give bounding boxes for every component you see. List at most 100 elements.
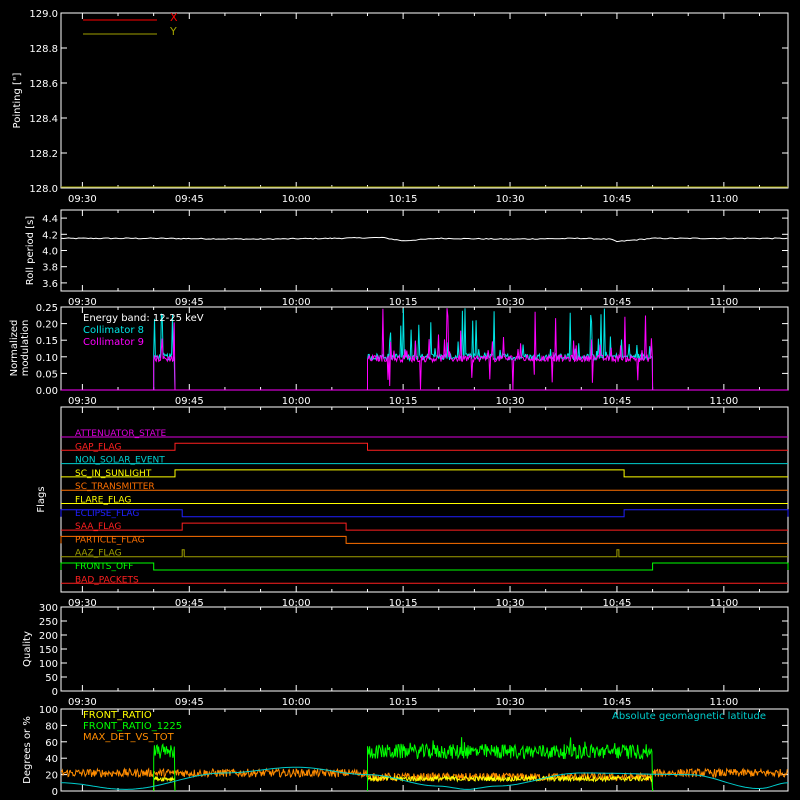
x-tick-label: 10:00 <box>282 697 311 708</box>
y-tick-label: 20 <box>45 771 58 782</box>
plot-frame <box>60 12 789 189</box>
x-tick-label: 09:45 <box>175 697 204 708</box>
x-tick-label: 09:30 <box>68 194 97 205</box>
y-tick-label: 60 <box>45 738 58 749</box>
x-tick-label: 10:00 <box>282 297 311 308</box>
legend-collimator-9: Collimator 9 <box>83 337 144 348</box>
flag-line <box>61 522 788 531</box>
y-tick-label: 0.00 <box>36 386 58 397</box>
x-tick-label: 09:45 <box>175 297 204 308</box>
collimator-8-line <box>153 313 176 391</box>
y-axis-label-line1: Normalized <box>9 320 20 377</box>
collimator-8-line <box>367 308 654 391</box>
roll-period-line <box>60 236 788 243</box>
x-tick-label: 11:00 <box>709 697 738 708</box>
legend-y-label: Y <box>169 25 177 38</box>
x-tick-label: 10:45 <box>603 194 632 205</box>
y-tick-label: 300 <box>39 603 58 614</box>
y-axis-label-line2: modulation <box>20 320 31 377</box>
y-axis-label: Pointing ["] <box>12 72 23 128</box>
flag-line <box>60 535 788 544</box>
legend-x-label: X <box>170 11 178 24</box>
flag-row: SC_TRANSMITTER <box>61 482 788 492</box>
y-tick-label: 200 <box>39 631 58 642</box>
flag-row: GAP_FLAG <box>61 442 788 452</box>
y-tick-label: 0 <box>52 787 58 798</box>
y-tick-label: 150 <box>39 645 58 656</box>
y-tick-label: 128.0 <box>29 184 58 195</box>
y-tick-label: 100 <box>39 659 58 670</box>
y-axis-label: Roll period [s] <box>25 216 36 285</box>
x-tick-label: 11:00 <box>709 297 738 308</box>
ratio-panel: 0 20 40 60 80 100 Degrees or % FRONT_RATIOFRONT… <box>22 705 789 798</box>
legend-front-ratio: FRONT_RATIO <box>83 710 152 721</box>
flag-row: ECLIPSE_FLAG <box>60 509 789 519</box>
y-tick-label: 4.2 <box>42 230 58 241</box>
legend-front-ratio-1225: FRONT_RATIO_1225 <box>83 721 182 732</box>
front-ratio-1225-line <box>367 737 654 792</box>
flag-line <box>60 562 789 571</box>
x-tick-label: 09:30 <box>68 396 97 407</box>
y-tick-label: 250 <box>39 617 58 628</box>
x-tick-label: 10:30 <box>496 396 525 407</box>
flag-line <box>61 442 788 451</box>
y-tick-label: 3.6 <box>42 279 58 290</box>
roll-period-panel: 3.6 3.8 4.0 4.2 4.4 09:30 09:45 10:00 10:15 10:30… <box>25 209 789 308</box>
legend-collimator-8: Collimator 8 <box>83 325 144 336</box>
legend-geomagnetic-latitude: Absolute geomagnetic latitude <box>612 711 766 722</box>
y-tick-label: 128.8 <box>29 44 58 55</box>
y-tick-label: 100 <box>39 705 58 716</box>
chart-figure: 128.0128.2128.4128.6128.8129.009:30 09:45… <box>9 9 789 798</box>
flag-row: BAD_PACKETS <box>61 575 788 585</box>
y-axis-label: Quality <box>22 631 33 667</box>
x-tick-label: 10:45 <box>603 297 632 308</box>
flag-row: SAA_FLAG <box>61 522 788 532</box>
x-tick-label: 10:30 <box>496 194 525 205</box>
x-tick-label: 10:30 <box>496 697 525 708</box>
y-tick-label: 0.25 <box>36 303 58 314</box>
y-tick-label: 3.8 <box>42 263 58 274</box>
y-tick-label: 80 <box>45 721 58 732</box>
quality-panel: 0 50 100 150 200 250 300 09:30 09:45 10:00 10:15 10… <box>22 603 789 708</box>
flag-row: FLARE_FLAG <box>61 496 788 506</box>
y-tick-label: 40 <box>45 754 58 765</box>
x-tick-label: 10:30 <box>496 297 525 308</box>
y-tick-label: 0 <box>52 687 58 698</box>
flags-panel: 09:30 09:45 10:00 10:15 10:30 10:45 11:00Flags… <box>36 406 789 609</box>
modulation-panel: 0.00 0.05 0.10 0.15 0.20 0.25 09:30 09:45 10:00 1… <box>9 303 789 407</box>
x-tick-label: 09:30 <box>68 297 97 308</box>
y-axis-label: Normalizedmodulation <box>9 320 31 377</box>
flag-row: AAZ_FLAG <box>61 549 788 559</box>
pointing-panel: 128.0 128.2 128.4 128.6 128.8 129.0 09:30 09:45… <box>12 9 789 205</box>
x-tick-label: 09:45 <box>175 194 204 205</box>
y-tick-label: 4.0 <box>42 247 58 258</box>
y-tick-label: 0.20 <box>36 320 58 331</box>
flag-line <box>61 549 788 558</box>
x-tick-label: 09:45 <box>175 396 204 407</box>
flag-row: FRONTS_OFF <box>60 562 789 572</box>
plot-frame <box>60 606 789 692</box>
x-tick-label: 10:15 <box>389 297 418 308</box>
plot-frame <box>60 406 789 593</box>
flag-row: ATTENUATOR_STATE <box>61 429 788 439</box>
x-tick-label: 10:00 <box>282 194 311 205</box>
flag-row: PARTICLE_FLAG <box>60 535 788 545</box>
x-tick-label: 11:00 <box>709 396 738 407</box>
energy-band-label: Energy band: 12-25 keV <box>83 313 204 324</box>
y-tick-label: 0.15 <box>36 336 58 347</box>
y-tick-label: 4.4 <box>42 214 58 225</box>
y-tick-label: 128.4 <box>29 114 58 125</box>
y-tick-label: 0.10 <box>36 353 58 364</box>
x-tick-label: 10:15 <box>389 697 418 708</box>
flag-row: SC_IN_SUNLIGHT <box>61 469 788 479</box>
y-tick-label: 129.0 <box>29 9 58 20</box>
y-tick-label: 0.05 <box>36 369 58 380</box>
x-tick-label: 10:00 <box>282 396 311 407</box>
x-tick-label: 10:45 <box>603 396 632 407</box>
x-tick-label: 10:15 <box>389 396 418 407</box>
y-tick-label: 128.6 <box>29 79 58 90</box>
x-tick-label: 10:45 <box>603 697 632 708</box>
plot-frame <box>60 209 789 292</box>
y-tick-label: 50 <box>45 673 58 684</box>
flag-row: NON_SOLAR_EVENT <box>61 456 788 466</box>
